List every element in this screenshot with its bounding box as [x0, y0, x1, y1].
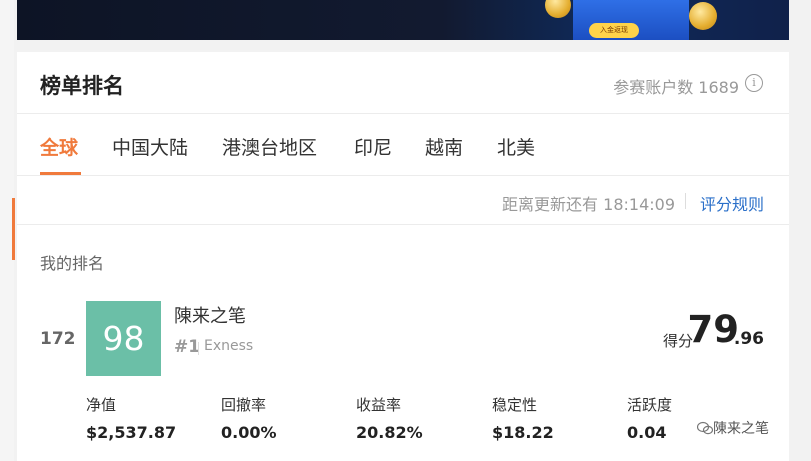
my-ranking-label: 我的排名: [40, 254, 105, 273]
score-decimal: .96: [733, 329, 764, 349]
avatar[interactable]: 98: [86, 301, 161, 376]
tab-indonesia[interactable]: 印尼: [354, 133, 392, 160]
stat-activity: 活跃度 0.04: [627, 394, 672, 442]
stat-value: 0.04: [627, 423, 667, 442]
tab-vietnam[interactable]: 越南: [425, 133, 463, 160]
leaderboard-header: 榜单排名 参赛账户数 1689 i: [17, 52, 789, 114]
promo-banner[interactable]: 入金返现: [17, 0, 789, 40]
divider: [685, 193, 686, 209]
stat-label: 活跃度: [627, 396, 673, 414]
broker-name: Exness: [204, 338, 254, 354]
leaderboard-title: 榜单排名: [40, 74, 124, 98]
sub-rank: #1: [174, 337, 201, 357]
active-tab-underline: [40, 172, 81, 175]
stat-label: 收益率: [356, 396, 402, 414]
stat-value: 0.00%: [221, 423, 277, 442]
region-tabs: 全球 中国大陆 港澳台地区 印尼 越南 北美: [17, 115, 789, 176]
update-bar: 距离更新还有 18:14:09 评分规则: [17, 177, 789, 225]
stat-stability: 稳定性 $18.22: [492, 394, 554, 442]
stat-label: 稳定性: [492, 396, 538, 414]
tab-global[interactable]: 全球: [40, 133, 78, 160]
rank-number: 172: [40, 329, 76, 349]
stat-value: 20.82%: [356, 423, 423, 442]
watermark: 陳来之笔: [696, 418, 769, 438]
stat-net-value: 净值 $2,537.87: [86, 394, 176, 442]
tab-north-america[interactable]: 北美: [497, 133, 535, 160]
banner-cta-button[interactable]: 入金返现: [589, 23, 639, 38]
left-sidebar-active-indicator: [12, 198, 15, 260]
wechat-icon: [696, 421, 714, 435]
stat-return-rate: 收益率 20.82%: [356, 394, 423, 442]
scoring-rules-link[interactable]: 评分规则: [700, 191, 764, 215]
stat-value: $2,537.87: [86, 423, 177, 442]
divider: [198, 342, 199, 355]
tab-hk-macau-taiwan[interactable]: 港澳台地区: [222, 133, 317, 160]
update-countdown: 距离更新还有 18:14:09: [502, 195, 675, 214]
watermark-text: 陳来之笔: [713, 421, 769, 437]
score-integer: 79: [687, 308, 740, 351]
user-name[interactable]: 陳来之笔: [174, 302, 246, 328]
stat-value: $18.22: [492, 423, 554, 442]
stat-label: 回撤率: [221, 396, 267, 414]
info-icon[interactable]: i: [745, 74, 763, 92]
stat-label: 净值: [86, 396, 117, 414]
gold-coin-icon: [545, 0, 571, 18]
stat-drawdown: 回撤率 0.00%: [221, 394, 277, 442]
participants-count: 参赛账户数 1689: [613, 78, 739, 97]
leaderboard-panel: 榜单排名 参赛账户数 1689 i 全球 中国大陆 港澳台地区 印尼 越南 北美…: [17, 52, 789, 461]
gold-coin-icon: [689, 2, 717, 30]
tab-mainland-china[interactable]: 中国大陆: [112, 133, 188, 160]
